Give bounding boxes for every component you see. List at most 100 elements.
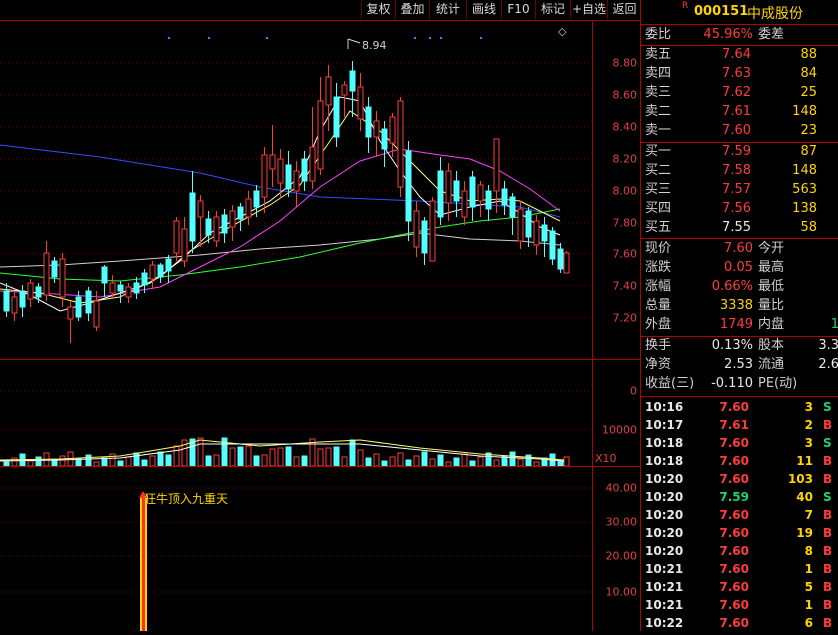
tick-row[interactable]: 10:20 7.60 8 B — [641, 542, 838, 560]
candle — [181, 217, 188, 267]
candle — [357, 73, 364, 131]
tick-row[interactable]: 10:20 7.60 103 B — [641, 470, 838, 488]
bid-row[interactable]: 买四 7.56 138 — [641, 200, 838, 218]
price-axis: 8.80 8.60 8.40 8.20 8.00 7.80 7.60 7.40 … — [592, 21, 641, 359]
indicator-chart[interactable] — [0, 467, 592, 631]
volume-bar — [197, 437, 204, 467]
ask-row[interactable]: 卖四 7.63 84 — [641, 65, 838, 83]
fuquan-button[interactable]: 复权 — [361, 0, 395, 19]
tick-time: 10:20 — [645, 508, 684, 522]
ask-price: 7.64 — [722, 47, 751, 62]
tick-volume: 3 — [804, 400, 813, 414]
tick-row[interactable]: 10:21 7.60 1 B — [641, 596, 838, 614]
diamond-icon[interactable]: ◇ — [558, 25, 567, 38]
kline-chart[interactable]: 8.94 ◇ — [0, 21, 592, 359]
ask-price: 7.63 — [722, 66, 751, 81]
ask-volume: 25 — [800, 85, 817, 100]
quote-row: 总量 3338 量比 — [641, 297, 838, 315]
bid-row[interactable]: 买二 7.58 148 — [641, 162, 838, 180]
tick-row[interactable]: 10:16 7.60 3 S — [641, 398, 838, 416]
tick-time: 10:21 — [645, 562, 684, 576]
tick-side: B — [823, 526, 833, 540]
tick-side: B — [823, 454, 833, 468]
tick-row[interactable]: 10:22 7.60 6 B — [641, 614, 838, 632]
add-watchlist-button[interactable]: +自选 — [570, 0, 607, 19]
signal-bar-inner — [142, 497, 145, 631]
overlay-button[interactable]: 叠加 — [395, 0, 429, 19]
volume-pane[interactable] — [0, 360, 592, 467]
quote-row: 外盘 1749 内盘 1 — [641, 316, 838, 334]
fundamental-label: 净资 — [645, 357, 672, 372]
candle — [301, 151, 308, 191]
tick-price: 7.60 — [719, 562, 749, 576]
ask-row[interactable]: 卖三 7.62 25 — [641, 84, 838, 102]
candle — [19, 285, 26, 317]
candle — [269, 125, 276, 187]
tick-volume: 3 — [804, 436, 813, 450]
stats-button[interactable]: 统计 — [429, 0, 466, 19]
tick-side: B — [823, 508, 833, 522]
quote-label: 内盘 — [758, 317, 785, 332]
candle — [189, 171, 196, 253]
bid-row[interactable]: 买一 7.59 87 — [641, 143, 838, 161]
candle — [325, 65, 332, 131]
ask-label: 卖一 — [645, 123, 672, 138]
volume-chart[interactable] — [0, 360, 592, 467]
tick-row[interactable]: 10:21 7.60 1 B — [641, 560, 838, 578]
ask-price: 7.62 — [722, 85, 751, 100]
tick-volume: 11 — [796, 454, 813, 468]
tick-side: S — [823, 436, 832, 450]
tick-row[interactable]: 10:17 7.61 2 B — [641, 416, 838, 434]
indicator-pane[interactable]: 狂牛顶入九重天 — [0, 467, 592, 631]
tick-side: B — [823, 544, 833, 558]
mark-button[interactable]: 标记 — [535, 0, 570, 19]
back-button[interactable]: 返回 — [607, 0, 641, 19]
candle — [229, 205, 236, 241]
bid-price: 7.59 — [722, 144, 751, 159]
volume-bar — [429, 458, 436, 467]
volume-bar — [325, 447, 332, 467]
tick-price: 7.61 — [719, 418, 749, 432]
ask-row[interactable]: 卖二 7.61 148 — [641, 103, 838, 121]
candle — [349, 61, 356, 117]
ask-row[interactable]: 卖五 7.64 88 — [641, 46, 838, 64]
fundamental-value: 0.13% — [711, 338, 753, 353]
candle — [205, 211, 212, 243]
tick-price: 7.60 — [719, 616, 749, 630]
volume-bar — [269, 448, 276, 467]
tick-row[interactable]: 10:20 7.60 19 B — [641, 524, 838, 542]
tick-row[interactable]: 10:20 7.59 40 S — [641, 488, 838, 506]
panel-divider — [641, 238, 838, 239]
candle — [485, 185, 492, 221]
candle — [173, 217, 180, 261]
candle — [381, 121, 388, 167]
tick-price: 7.60 — [719, 508, 749, 522]
volume-bar — [517, 458, 524, 467]
tick-price: 7.59 — [719, 490, 749, 504]
candle — [43, 241, 50, 301]
kline-pane[interactable]: 8.94 ◇ — [0, 21, 592, 359]
volume-bar — [75, 458, 82, 467]
tick-row[interactable]: 10:18 7.60 3 S — [641, 434, 838, 452]
price-tick: 8.20 — [612, 152, 638, 166]
bid-row[interactable]: 买五 7.55 58 — [641, 219, 838, 237]
tick-time: 10:20 — [645, 472, 684, 486]
quote-row: 现价 7.60 今开 — [641, 240, 838, 258]
tick-volume: 6 — [804, 616, 813, 630]
candle — [149, 261, 156, 289]
ask-row[interactable]: 卖一 7.60 23 — [641, 122, 838, 140]
tick-row[interactable]: 10:21 7.60 5 B — [641, 578, 838, 596]
tick-row[interactable]: 10:20 7.60 7 B — [641, 506, 838, 524]
ask-label: 卖三 — [645, 85, 672, 100]
candle — [413, 201, 420, 257]
candle — [437, 157, 444, 225]
candle — [213, 211, 220, 247]
candle — [525, 207, 532, 247]
bid-row[interactable]: 买三 7.57 563 — [641, 181, 838, 199]
f10-button[interactable]: F10 — [501, 0, 535, 19]
stock-header: R 000151 中成股份 — [641, 0, 838, 24]
bid-volume: 87 — [800, 144, 817, 159]
candle — [533, 215, 540, 255]
tick-row[interactable]: 10:18 7.60 11 B — [641, 452, 838, 470]
draw-line-button[interactable]: 画线 — [466, 0, 501, 19]
